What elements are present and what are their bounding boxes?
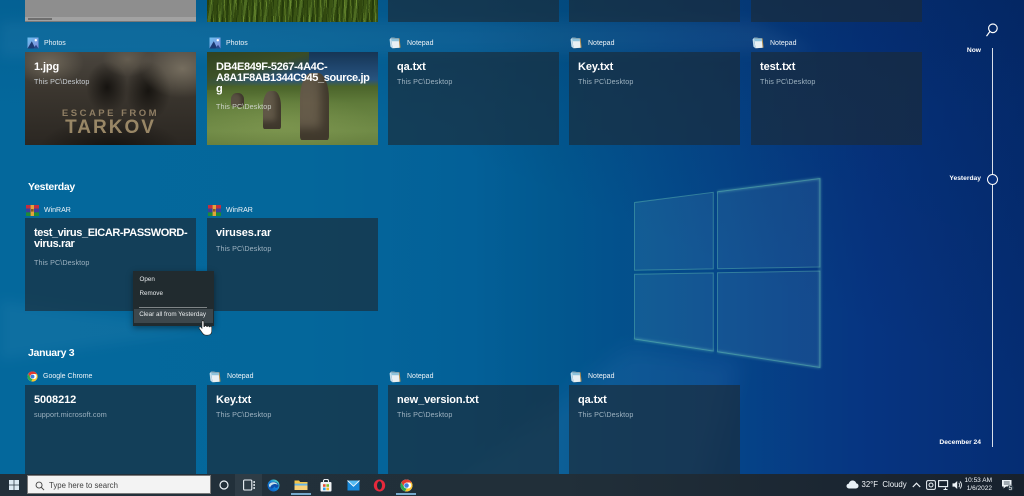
svg-text:5: 5 [1008,485,1012,491]
